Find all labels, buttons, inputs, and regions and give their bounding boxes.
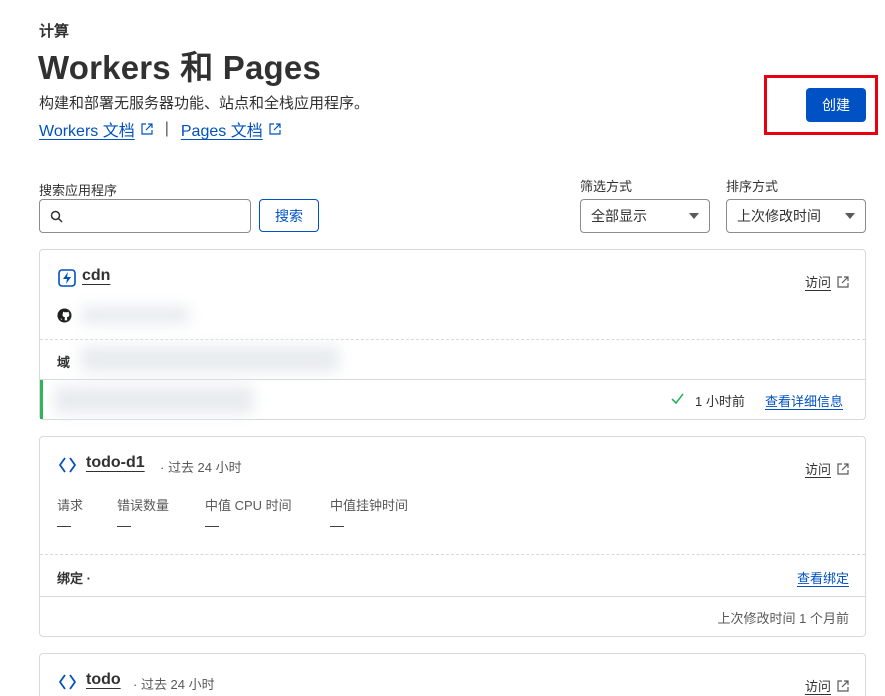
- redacted-repo: [80, 306, 190, 324]
- metric-label: 中值 CPU 时间: [205, 498, 292, 513]
- status-time: 1 小时前: [695, 394, 745, 409]
- sort-select[interactable]: 上次修改时间: [726, 199, 866, 233]
- workers-chevrons-icon: [59, 674, 76, 690]
- metric-value: —: [117, 517, 131, 533]
- external-link-icon: [141, 123, 153, 135]
- workers-chevrons-icon: [59, 457, 76, 473]
- divider: [40, 596, 865, 597]
- metric-label: 错误数量: [117, 498, 170, 513]
- page-title: Workers 和 Pages: [38, 49, 322, 86]
- search-icon: [50, 210, 63, 223]
- time-range: · 过去 24 小时: [133, 677, 215, 692]
- metric-label: 请求: [57, 498, 84, 513]
- external-link-icon: [837, 275, 849, 288]
- page-description: 构建和部署无服务器功能、站点和全栈应用程序。: [39, 95, 370, 112]
- metric-value: —: [330, 517, 344, 533]
- domain-label: 域: [57, 355, 71, 370]
- filter-select[interactable]: 全部显示: [580, 199, 710, 233]
- doc-separator: |: [164, 120, 169, 137]
- bindings-label: 绑定 ·: [57, 571, 91, 586]
- section-label: 计算: [39, 23, 70, 40]
- workers-docs-link[interactable]: Workers 文档: [39, 117, 135, 141]
- visit-label: 访问: [804, 462, 831, 477]
- chevron-down-icon: [689, 213, 699, 219]
- visit-link[interactable]: 访问: [805, 272, 849, 291]
- external-link-icon: [269, 123, 281, 135]
- visit-link[interactable]: 访问: [805, 676, 849, 695]
- search-button[interactable]: 搜索: [259, 199, 319, 232]
- filter-selected: 全部显示: [591, 208, 647, 224]
- divider: [40, 379, 865, 380]
- sort-selected: 上次修改时间: [737, 208, 821, 224]
- modified-time: 上次修改时间 1 个月前: [717, 611, 849, 626]
- github-icon: [57, 308, 72, 323]
- pages-lightning-icon: [58, 269, 76, 287]
- pages-docs-link[interactable]: Pages 文档: [181, 117, 263, 141]
- search-label: 搜索应用程序: [39, 183, 118, 198]
- search-input[interactable]: [69, 208, 239, 224]
- divider: [40, 339, 865, 340]
- visit-label: 访问: [804, 275, 831, 290]
- sort-label: 排序方式: [726, 179, 779, 194]
- search-field[interactable]: [39, 199, 251, 233]
- visit-link[interactable]: 访问: [805, 459, 849, 478]
- app-name-link[interactable]: cdn: [82, 267, 110, 285]
- app-card-todo-d1: todo-d1 · 过去 24 小时 访问 请求 — 错误数量 — 中值 CPU…: [39, 436, 866, 637]
- doc-links: Workers 文档 | Pages 文档: [39, 117, 281, 141]
- redacted-deployment: [54, 386, 254, 414]
- chevron-down-icon: [845, 213, 855, 219]
- external-link-icon: [837, 462, 849, 475]
- filter-label: 筛选方式: [580, 179, 633, 194]
- app-name-link[interactable]: todo-d1: [86, 454, 145, 472]
- visit-label: 访问: [804, 679, 831, 694]
- metric-value: —: [57, 517, 71, 533]
- external-link-icon: [837, 679, 849, 692]
- status-bar: [40, 380, 43, 419]
- app-name-link[interactable]: todo: [86, 671, 121, 689]
- view-bindings-link[interactable]: 查看绑定: [797, 568, 849, 587]
- view-details-link[interactable]: 查看详细信息: [765, 391, 843, 410]
- metric-value: —: [205, 517, 219, 533]
- divider: [40, 554, 865, 555]
- redacted-domains: [80, 346, 340, 372]
- time-range: · 过去 24 小时: [160, 460, 242, 475]
- check-icon: [671, 393, 684, 404]
- create-button[interactable]: 创建: [806, 88, 866, 122]
- app-card-todo: todo · 过去 24 小时 访问: [39, 653, 866, 696]
- metric-label: 中值挂钟时间: [330, 498, 409, 513]
- app-card-cdn: cdn 访问 域 1 小时前 查看详细信息: [39, 249, 866, 420]
